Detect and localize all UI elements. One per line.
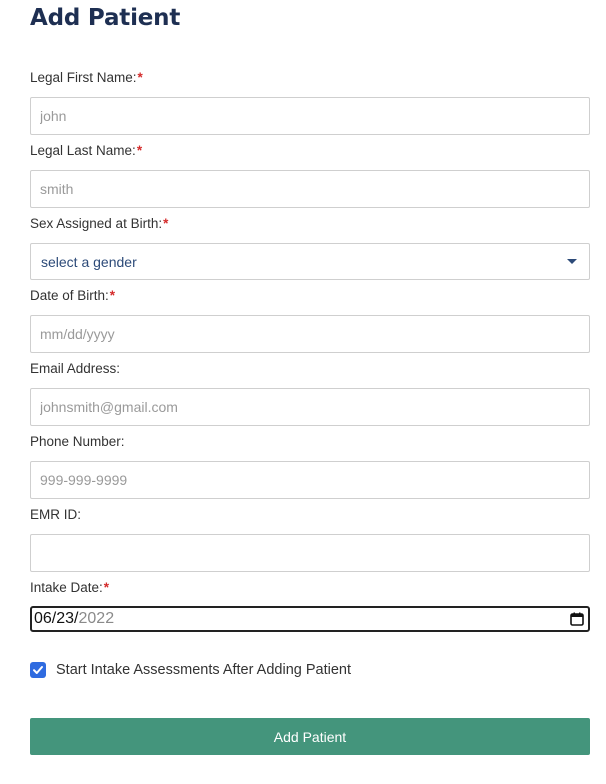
sex-label: Sex Assigned at Birth:* [30, 216, 169, 231]
start-assessments-label[interactable]: Start Intake Assessments After Adding Pa… [56, 662, 351, 678]
intake-date-input[interactable]: 06/23/2022 [30, 606, 590, 632]
emr-input[interactable] [30, 534, 590, 572]
start-assessments-row[interactable]: Start Intake Assessments After Adding Pa… [30, 661, 351, 679]
required-marker: * [137, 70, 143, 85]
phone-label: Phone Number: [30, 434, 125, 449]
chevron-down-icon [567, 259, 577, 264]
intake-date-day[interactable]: 23 [56, 610, 74, 627]
first-name-label: Legal First Name:* [30, 70, 143, 85]
intake-date-label: Intake Date:* [30, 580, 110, 595]
start-assessments-checkbox[interactable] [30, 662, 46, 678]
dob-label: Date of Birth:* [30, 288, 116, 303]
intake-date-value: 06/23/2022 [34, 610, 115, 627]
intake-date-year[interactable]: 2022 [79, 610, 115, 627]
calendar-icon[interactable] [570, 612, 584, 626]
email-input[interactable] [30, 388, 590, 426]
first-name-input[interactable] [30, 97, 590, 135]
page-title: Add Patient [30, 5, 181, 31]
email-label: Email Address: [30, 361, 121, 376]
last-name-input[interactable] [30, 170, 590, 208]
sex-select-value: select a gender [41, 253, 137, 270]
required-marker: * [136, 143, 143, 158]
checkmark-icon [33, 666, 43, 674]
sex-select[interactable]: select a gender [30, 243, 590, 280]
add-patient-button[interactable]: Add Patient [30, 718, 590, 755]
required-marker: * [103, 580, 110, 595]
required-marker: * [163, 216, 169, 231]
dob-input[interactable] [30, 315, 590, 353]
required-marker: * [109, 288, 116, 303]
intake-date-month[interactable]: 06 [34, 610, 52, 627]
last-name-label: Legal Last Name:* [30, 143, 143, 158]
emr-label: EMR ID: [30, 507, 82, 522]
phone-input[interactable] [30, 461, 590, 499]
